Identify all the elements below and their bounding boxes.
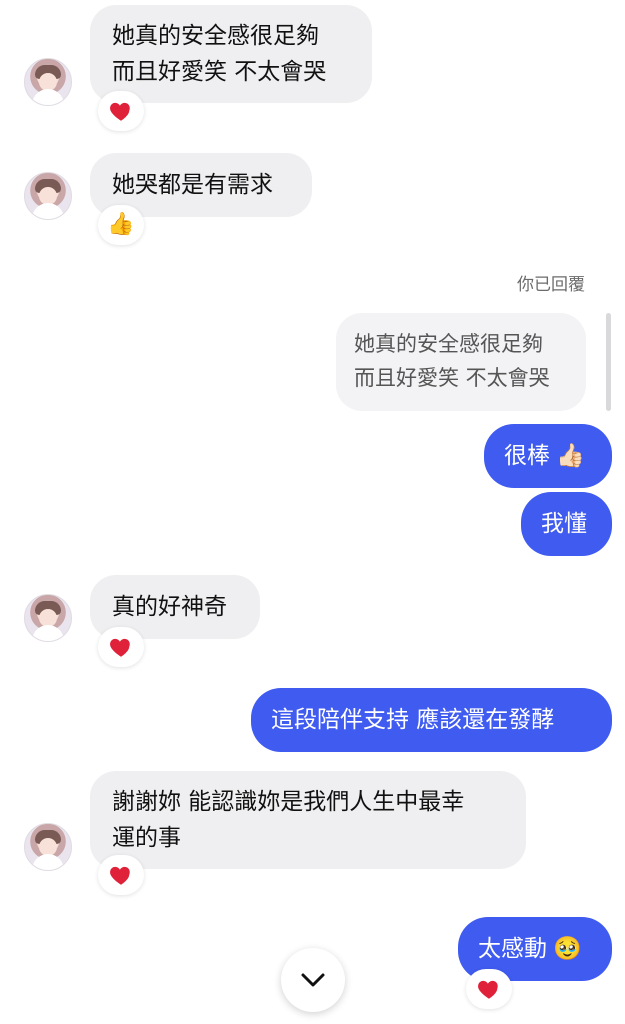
avatar[interactable]: [24, 58, 72, 106]
message-bubble-outgoing[interactable]: 這段陪伴支持 應該還在發酵: [251, 688, 612, 752]
reply-bar: [606, 313, 611, 411]
pleading-face-icon: 🥹: [553, 936, 582, 962]
message-text: 而且好愛笑 不太會哭: [112, 59, 327, 85]
reaction-heart[interactable]: [98, 855, 144, 895]
quoted-text: 她真的安全感很足夠: [354, 332, 543, 356]
reaction-heart[interactable]: [98, 91, 144, 131]
thumbs-up-icon: 👍: [107, 212, 135, 237]
thumbs-up-icon: 👍🏻: [556, 443, 585, 469]
message-text: 她哭都是有需求: [112, 172, 273, 198]
message-text: 我懂: [541, 511, 587, 537]
message-bubble-incoming[interactable]: 謝謝妳 能認識妳是我們人生中最幸 運的事: [90, 771, 526, 869]
avatar[interactable]: [24, 823, 72, 871]
reaction-heart[interactable]: [466, 969, 512, 1009]
quoted-text: 而且好愛笑 不太會哭: [354, 366, 550, 390]
scroll-to-bottom-button[interactable]: [281, 948, 345, 1012]
avatar[interactable]: [24, 172, 72, 220]
message-text: 很棒: [504, 443, 550, 469]
message-bubble-outgoing[interactable]: 很棒 👍🏻: [484, 424, 612, 488]
message-text: 她真的安全感很足夠: [112, 23, 319, 49]
message-bubble-outgoing[interactable]: 我懂: [521, 492, 612, 556]
message-text: 謝謝妳 能認識妳是我們人生中最幸: [112, 789, 465, 815]
heart-icon: [478, 980, 498, 999]
message-text: 太感動: [478, 936, 547, 962]
reply-indicator: 你已回覆: [517, 275, 585, 295]
avatar[interactable]: [24, 594, 72, 642]
message-text: 真的好神奇: [112, 594, 227, 620]
heart-icon: [110, 866, 130, 885]
message-text: 運的事: [112, 825, 181, 851]
message-bubble-incoming[interactable]: 她真的安全感很足夠 而且好愛笑 不太會哭: [90, 5, 372, 103]
heart-icon: [110, 638, 130, 657]
reaction-heart[interactable]: [98, 627, 144, 667]
heart-icon: [110, 102, 130, 121]
quoted-message[interactable]: 她真的安全感很足夠 而且好愛笑 不太會哭: [336, 313, 586, 411]
chevron-down-icon: [301, 973, 325, 987]
reaction-thumbs-up[interactable]: 👍: [98, 205, 144, 245]
message-text: 這段陪伴支持 應該還在發酵: [271, 707, 555, 733]
